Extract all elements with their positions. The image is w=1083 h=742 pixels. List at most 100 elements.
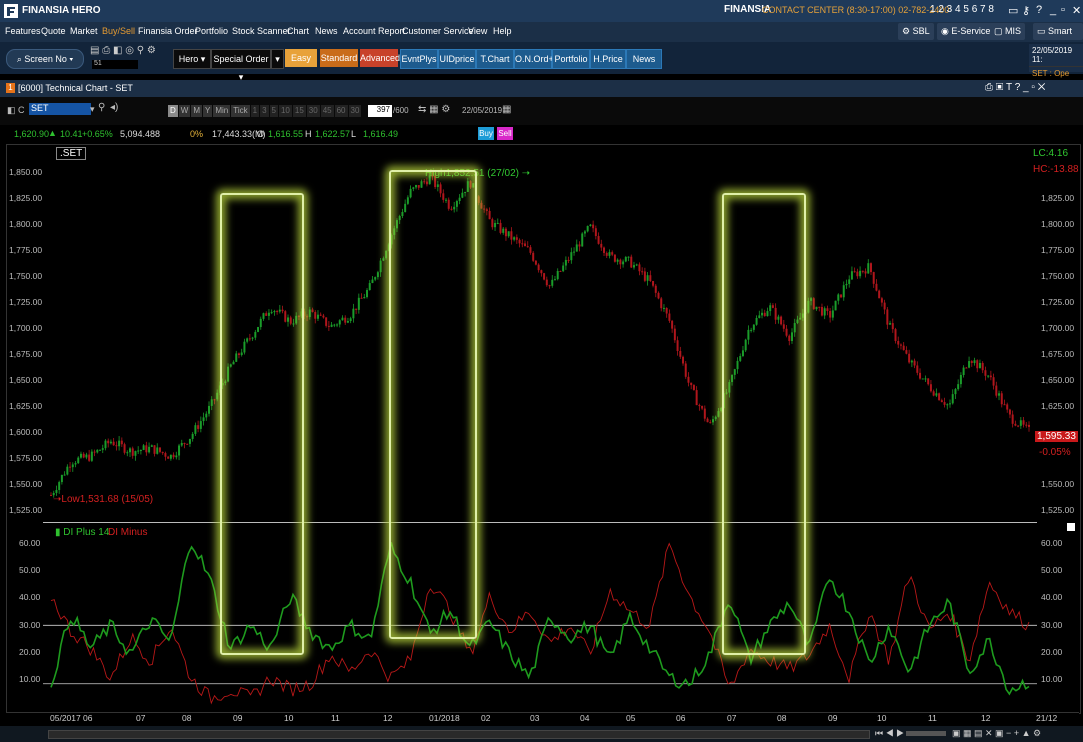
menu-quote[interactable]: Quote (41, 26, 66, 36)
ytick-1675: 1,675.00 (9, 349, 43, 359)
period-d[interactable]: D (168, 105, 178, 117)
menu-finansia-order[interactable]: Finansia Order (138, 26, 198, 36)
menu-news[interactable]: News (315, 26, 338, 36)
period-30[interactable]: 30 (306, 105, 320, 117)
period-5[interactable]: 5 (269, 105, 278, 117)
e-service-button[interactable]: ◉ E-Service (937, 23, 995, 40)
candle-body (1003, 404, 1006, 406)
candle-body (480, 202, 483, 209)
period-15[interactable]: 15 (292, 105, 306, 117)
zoom-slider[interactable] (906, 731, 946, 736)
menu-chart[interactable]: Chart (287, 26, 309, 36)
candle-body (597, 236, 600, 244)
menu-portfolio[interactable]: Portfolio (195, 26, 228, 36)
candle-body (379, 260, 382, 273)
period-30-custom[interactable]: 30 (348, 105, 362, 117)
period-tick[interactable]: Tick (231, 105, 250, 117)
candle-body (112, 441, 115, 446)
candle-body (488, 210, 491, 220)
menu-help[interactable]: Help (493, 26, 512, 36)
monitor-icon[interactable]: ▭ (1008, 4, 1018, 17)
panel-divider[interactable] (43, 522, 1037, 523)
smart-account-button[interactable]: ▭ Smart Ac (1033, 23, 1083, 53)
menu-buy-sell[interactable]: Buy/Sell (102, 26, 135, 36)
ytick-1725: 1,725.00 (9, 297, 43, 307)
period-60[interactable]: 60 (334, 105, 348, 117)
window-controls-icons[interactable]: ⎙ ▣ T ? _ ▫ ✕ (985, 82, 1045, 93)
standard-button[interactable]: Standard (320, 49, 358, 67)
app-title: FINANSIA HERO (22, 5, 101, 16)
period-3[interactable]: 3 (260, 105, 269, 117)
screen-tools-icons[interactable]: ▤ ⎙ ◧ ◎ ⚲ ⚙ (90, 45, 156, 56)
sound-icon[interactable]: ◂) (110, 102, 118, 113)
period-w[interactable]: W (178, 105, 191, 117)
chart-tool-icons[interactable]: ▣ ▦ ▤ ✕ ▣ − + ▲ ⚙ (952, 728, 1041, 739)
candle-body (93, 451, 96, 453)
sbl-button[interactable]: ⚙ SBL (898, 23, 934, 40)
symbol-input[interactable]: SET (29, 103, 91, 115)
chart-type-icons[interactable]: ◧ C (7, 105, 25, 116)
calendar-icon[interactable]: ▦ (502, 104, 511, 115)
menu-market[interactable]: Market (70, 26, 98, 36)
zoom-icon[interactable]: ⚲ (98, 102, 105, 113)
chart-settings-icons[interactable]: ⇆ ▦ ⚙ (418, 104, 450, 115)
period-45[interactable]: 45 (320, 105, 334, 117)
candle-body (553, 279, 556, 281)
evntplys-button[interactable]: EvntPlys (400, 49, 438, 69)
bar-count-input[interactable]: 397 (368, 105, 392, 117)
news-button[interactable]: News (626, 49, 662, 69)
candle-body (71, 464, 74, 468)
screen-no-select[interactable]: ⌕ Screen No ▾ (6, 49, 84, 69)
period-y[interactable]: Y (203, 105, 213, 117)
candle-body (1028, 424, 1030, 427)
special-order-arrow[interactable]: ▾ (271, 49, 284, 69)
hprice-button[interactable]: H.Price (590, 49, 626, 69)
restore-icon[interactable]: ▫ (1061, 4, 1065, 16)
tchart-button[interactable]: T.Chart (476, 49, 514, 69)
candle-body (494, 222, 497, 228)
menu-customer-service[interactable]: Customer Service (402, 26, 474, 36)
technical-chart[interactable]: .SET LC:4.16 HC:-13.88 High1,852.51 (27/… (6, 144, 1081, 714)
easy-button[interactable]: Easy (285, 49, 317, 67)
menu-view[interactable]: View (468, 26, 487, 36)
period-1[interactable]: 1 (250, 105, 260, 117)
special-order-select[interactable]: Special Order ▾ (211, 49, 271, 82)
candle-body (161, 451, 164, 454)
key-icon[interactable]: ⚷ (1022, 4, 1030, 17)
horizontal-scrollbar[interactable] (48, 730, 870, 739)
candle-body (932, 391, 935, 396)
mis-button[interactable]: ▢ MIS (990, 23, 1026, 40)
menu-account-report[interactable]: Account Report (343, 26, 405, 36)
ytick-1850: 1,850.00 (9, 167, 43, 177)
help-icon[interactable]: ? (1036, 4, 1042, 16)
candle-body (605, 252, 608, 256)
di-ytick-r-60: 60.00 (1041, 538, 1063, 548)
candle-body (589, 224, 592, 226)
screen-number-field[interactable]: 51 (92, 60, 138, 69)
candle-body (382, 258, 385, 261)
period-min[interactable]: Min (213, 105, 231, 117)
menu-stock-scanner[interactable]: Stock Scanner (232, 26, 291, 36)
symbol-dropdown-icon[interactable]: ▾ (90, 104, 95, 115)
di-ytick-40: 40.00 (19, 592, 41, 602)
minimize-icon[interactable]: _ (1050, 4, 1056, 16)
menu-features[interactable]: Features (5, 26, 41, 36)
uidprice-button[interactable]: UIDprice (438, 49, 476, 69)
candle-body (910, 360, 913, 363)
on-ord-button[interactable]: O.N.Ord+ (514, 49, 554, 69)
period-m[interactable]: M (191, 105, 203, 117)
workspace-tabs[interactable]: 1 2 3 4 5 6 7 8 (930, 4, 994, 15)
advanced-button[interactable]: Advanced (360, 49, 400, 67)
ytick-1650: 1,650.00 (9, 375, 43, 385)
candle-body (660, 298, 663, 309)
sell-button[interactable]: Sell (497, 127, 513, 140)
candle-body (316, 314, 319, 319)
close-icon[interactable]: ✕ (1072, 4, 1081, 17)
portfolio-button[interactable]: Portfolio (552, 49, 590, 69)
period-10[interactable]: 10 (278, 105, 292, 117)
hero-select[interactable]: Hero ▾ (173, 49, 211, 69)
di-ytick-60: 60.00 (19, 538, 41, 548)
candle-body (1022, 420, 1025, 425)
candle-body (815, 306, 818, 310)
buy-button[interactable]: Buy (478, 127, 494, 140)
